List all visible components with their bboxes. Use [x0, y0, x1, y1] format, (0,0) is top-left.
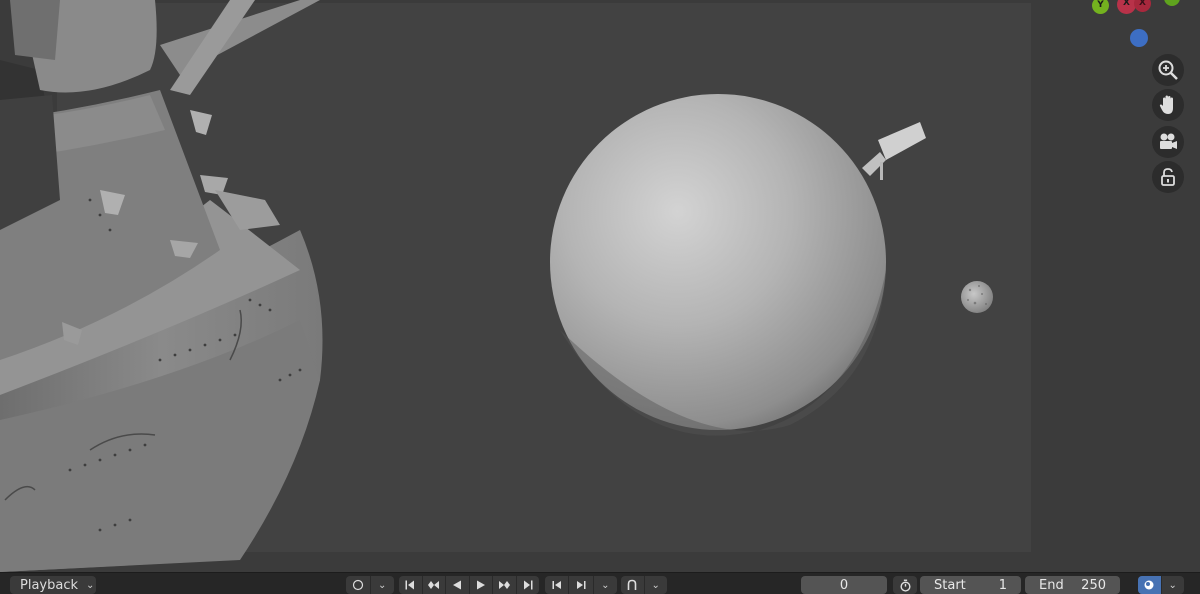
snap-icon — [627, 579, 637, 590]
view-options-menu-button[interactable]: ⌄ — [1162, 576, 1185, 594]
3d-viewport[interactable]: Y X X — [0, 0, 1200, 572]
lock-icon — [1161, 168, 1175, 186]
view-options-group: ⌄ — [1138, 576, 1184, 594]
current-frame-value: 0 — [839, 577, 849, 593]
camera-view-button[interactable] — [1152, 126, 1184, 158]
probe-model — [862, 122, 926, 180]
camera-view-icon — [1160, 133, 1177, 149]
next-frame-icon — [576, 581, 586, 589]
chevron-down-icon: ⌄ — [651, 579, 660, 591]
chevron-down-icon: ⌄ — [1168, 579, 1177, 591]
jump-start-icon — [405, 580, 415, 590]
chevron-down-icon: ⌄ — [86, 579, 95, 591]
prev-frame-icon — [552, 581, 561, 589]
next-frame-button[interactable] — [569, 576, 594, 594]
lock-view-button[interactable] — [1152, 161, 1184, 193]
pan-button[interactable] — [1152, 89, 1184, 121]
play-button[interactable] — [470, 576, 493, 594]
chevron-down-icon: ⌄ — [601, 579, 610, 591]
station-model — [0, 0, 323, 572]
prev-frame-button[interactable] — [545, 576, 570, 594]
jump-start-button[interactable] — [399, 576, 423, 594]
auto-keying-toggle[interactable] — [346, 576, 371, 594]
zoom-in-icon — [1158, 60, 1178, 80]
moon-sphere[interactable] — [961, 281, 993, 313]
start-label: Start — [934, 577, 966, 593]
globe-toggle-button[interactable] — [1138, 576, 1162, 594]
playback-options-button[interactable]: ⌄ — [594, 576, 617, 594]
jump-end-button[interactable] — [517, 576, 540, 594]
keying-group: ⌄ — [346, 576, 394, 594]
play-reverse-icon — [453, 580, 462, 590]
frame-step-controls: ⌄ — [545, 576, 617, 594]
hand-pan-icon — [1159, 95, 1173, 114]
next-keyframe-icon — [499, 581, 511, 589]
playback-menu[interactable]: Playback ⌄ — [10, 576, 96, 594]
current-frame-field[interactable]: 0 — [801, 576, 887, 594]
start-frame-field[interactable]: Start 1 — [920, 576, 1021, 594]
start-value: 1 — [998, 577, 1007, 593]
zoom-button[interactable] — [1152, 54, 1184, 86]
timeline-header: Playback ⌄ ⌄ ⌄ ⌄ 0 Start 1 End 250 ⌄ — [0, 572, 1200, 594]
keying-icon — [352, 579, 363, 591]
keying-menu-button[interactable]: ⌄ — [371, 576, 395, 594]
next-keyframe-button[interactable] — [493, 576, 517, 594]
end-frame-field[interactable]: End 250 — [1025, 576, 1120, 594]
prev-keyframe-icon — [427, 581, 439, 589]
play-icon — [476, 580, 485, 590]
use-preview-range-toggle[interactable] — [893, 576, 917, 594]
snap-menu-button[interactable]: ⌄ — [645, 576, 668, 594]
play-reverse-button[interactable] — [446, 576, 470, 594]
end-value: 250 — [1081, 577, 1106, 593]
snap-group: ⌄ — [621, 576, 667, 594]
axis-z-gizmo[interactable] — [1130, 29, 1148, 47]
snap-toggle[interactable] — [621, 576, 645, 594]
end-label: End — [1039, 577, 1064, 593]
globe-toggle-icon — [1144, 580, 1154, 590]
chevron-down-icon: ⌄ — [378, 579, 387, 591]
prev-keyframe-button[interactable] — [423, 576, 446, 594]
playback-label: Playback — [20, 577, 79, 593]
transport-controls — [399, 576, 539, 594]
stopwatch-icon — [899, 579, 911, 592]
jump-end-icon — [523, 580, 533, 590]
scene-render — [0, 0, 993, 572]
